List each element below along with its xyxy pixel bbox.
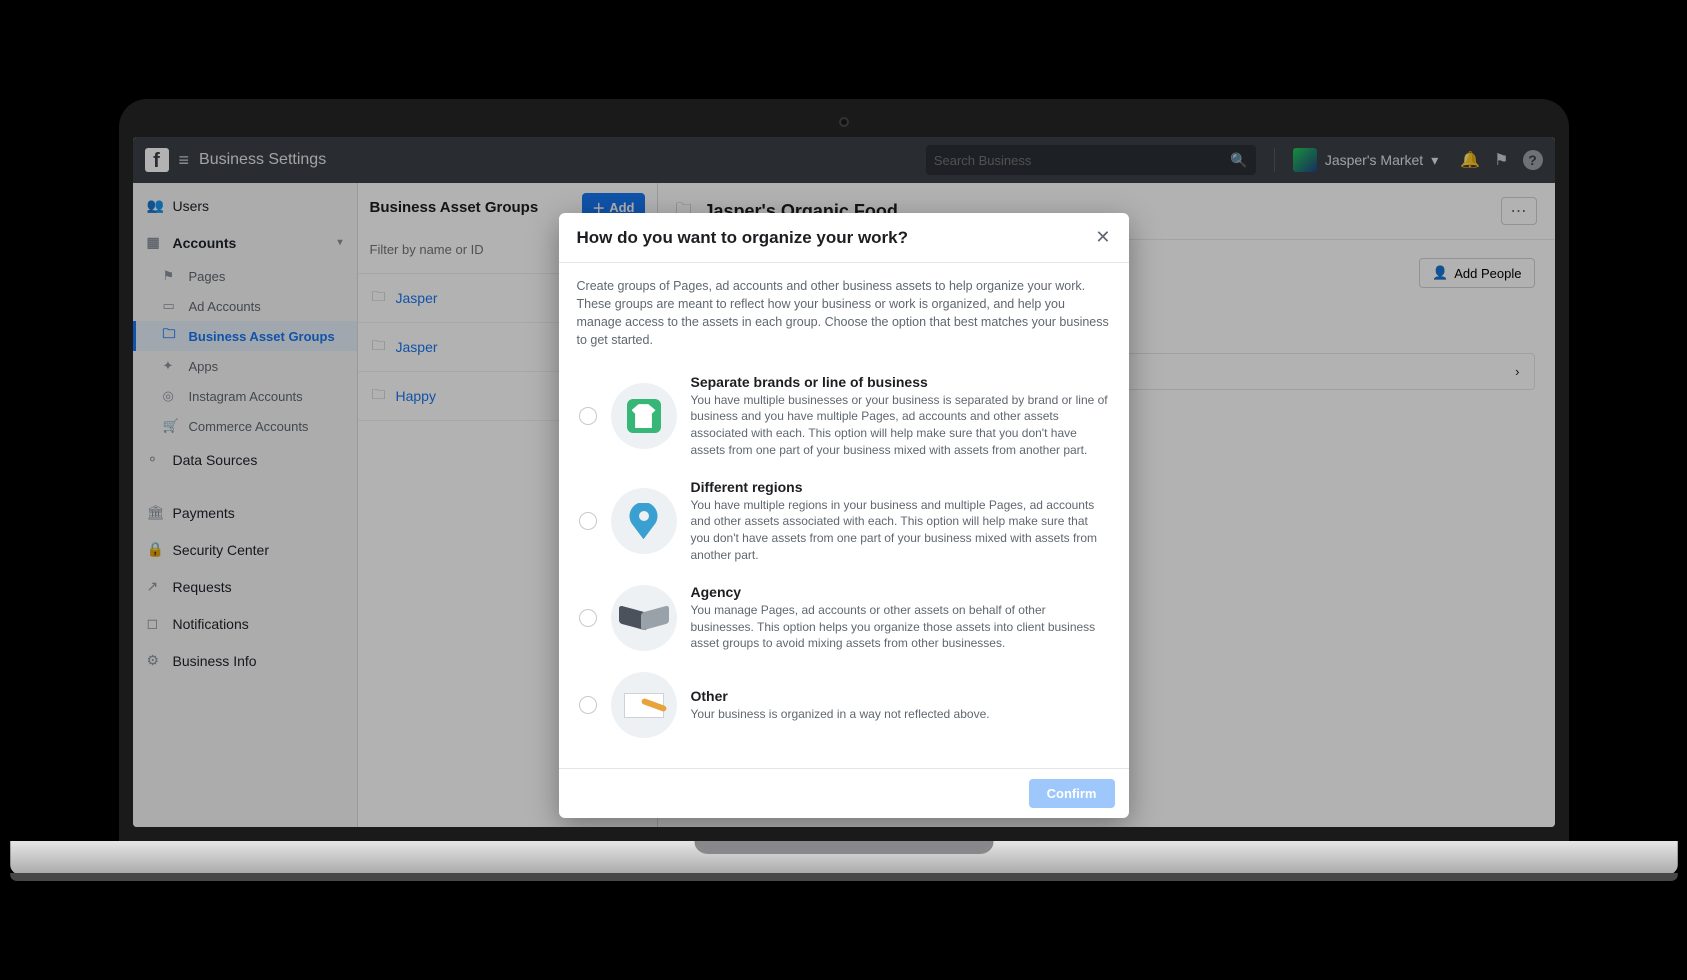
regions-illustration	[611, 488, 677, 554]
radio[interactable]	[579, 696, 597, 714]
option-title: Different regions	[691, 479, 1109, 495]
option-desc: You have multiple businesses or your bus…	[691, 392, 1109, 459]
laptop-camera	[839, 117, 849, 127]
radio[interactable]	[579, 407, 597, 425]
option-desc: You manage Pages, ad accounts or other a…	[691, 602, 1109, 652]
modal-title: How do you want to organize your work?	[577, 228, 909, 248]
option-title: Other	[691, 688, 990, 704]
option-title: Separate brands or line of business	[691, 374, 1109, 390]
confirm-button[interactable]: Confirm	[1029, 779, 1115, 808]
option-title: Agency	[691, 584, 1109, 600]
modal-intro: Create groups of Pages, ad accounts and …	[577, 277, 1111, 350]
laptop-base	[10, 841, 1678, 875]
option-desc: Your business is organized in a way not …	[691, 706, 990, 723]
option-regions[interactable]: Different regions You have multiple regi…	[577, 469, 1111, 574]
option-desc: You have multiple regions in your busine…	[691, 497, 1109, 564]
option-other[interactable]: Other Your business is organized in a wa…	[577, 662, 1111, 748]
option-agency[interactable]: Agency You manage Pages, ad accounts or …	[577, 574, 1111, 662]
option-brands[interactable]: Separate brands or line of business You …	[577, 364, 1111, 469]
radio[interactable]	[579, 512, 597, 530]
close-icon[interactable]: ✕	[1095, 227, 1110, 248]
organize-work-modal: How do you want to organize your work? ✕…	[559, 213, 1129, 818]
radio[interactable]	[579, 609, 597, 627]
brands-illustration	[611, 383, 677, 449]
agency-illustration	[611, 585, 677, 651]
other-illustration	[611, 672, 677, 738]
